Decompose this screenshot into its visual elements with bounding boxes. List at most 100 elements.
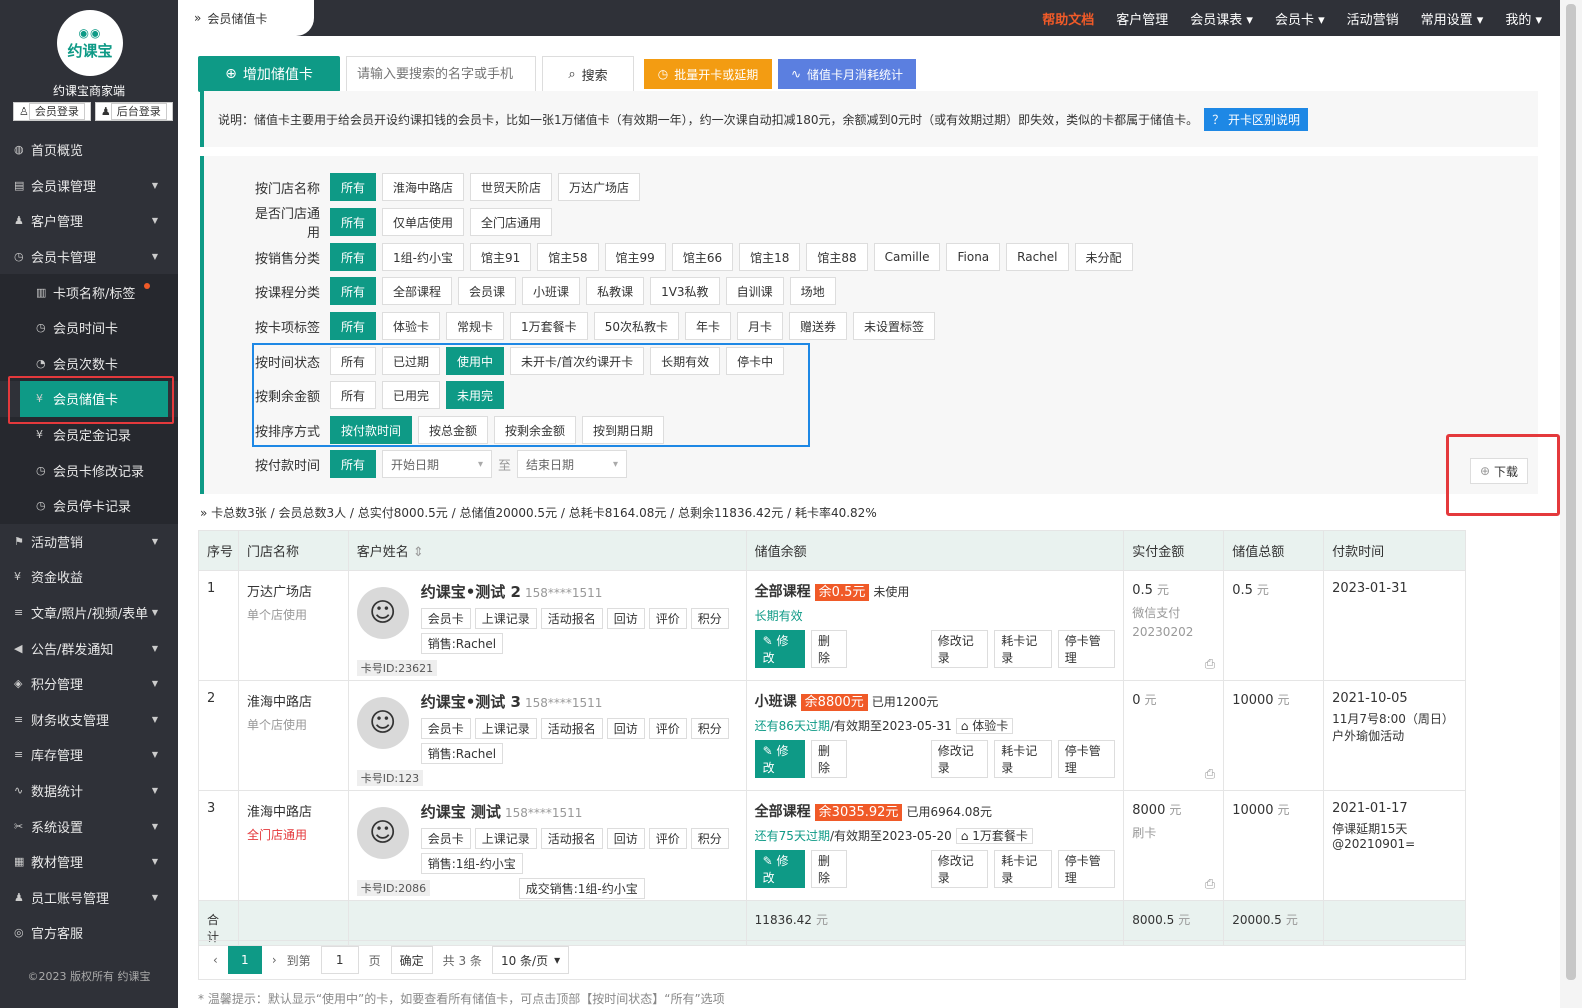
filter-tag[interactable]: Fiona xyxy=(946,243,1001,271)
filter-tag[interactable]: 月卡 xyxy=(736,312,783,340)
filter-tag[interactable]: 1组-约小宝 xyxy=(382,243,464,271)
avatar[interactable]: ☺ xyxy=(356,697,409,749)
top-nav-item[interactable]: 活动营销 xyxy=(1347,9,1399,28)
action-3-button[interactable]: 耗卡记录 xyxy=(994,850,1052,888)
scrollbar[interactable] xyxy=(1560,0,1582,1008)
filter-tag[interactable]: 已用完 xyxy=(382,381,441,409)
customer-action-button[interactable]: 上课记录 xyxy=(474,718,537,739)
filter-tag[interactable]: 常规卡 xyxy=(446,312,505,340)
customer-action-button[interactable]: 上课记录 xyxy=(474,828,537,849)
top-nav-item[interactable]: 会员卡 ▾ xyxy=(1275,9,1325,28)
customer-action-button[interactable]: 积分 xyxy=(690,608,729,629)
action-1-button[interactable]: 删除 xyxy=(811,850,847,888)
filter-tag[interactable]: 年卡 xyxy=(684,312,731,340)
sidebar-item[interactable]: ✂ 系统设置 ▼ xyxy=(0,808,178,844)
filter-tag[interactable]: 会员课 xyxy=(458,277,517,305)
monthly-stats-button[interactable]: ∿ 储值卡月消耗统计 xyxy=(778,59,916,89)
filter-tag[interactable]: 所有 xyxy=(330,243,377,271)
filter-tag[interactable]: 场地 xyxy=(789,277,836,305)
avatar[interactable]: ☺ xyxy=(356,587,409,639)
filter-tag[interactable]: 世贸天阶店 xyxy=(470,173,553,201)
print-icon[interactable]: ⎙ xyxy=(1205,657,1215,672)
customer-name[interactable]: 约课宝•测试 2 158****1511 xyxy=(421,581,731,602)
filter-tag[interactable]: 小班课 xyxy=(522,277,581,305)
filter-tag[interactable]: 所有 xyxy=(330,381,377,409)
sidebar-item[interactable]: ♟ 客户管理 ▼ xyxy=(0,203,178,239)
filter-tag[interactable]: 所有 xyxy=(330,173,377,201)
filter-tag[interactable]: 馆主66 xyxy=(671,243,734,271)
filter-tag[interactable]: 所有 xyxy=(330,277,377,305)
filter-tag[interactable]: 停卡中 xyxy=(726,347,785,375)
filter-tag[interactable]: 所有 xyxy=(330,347,377,375)
filter-tag[interactable]: 馆主99 xyxy=(604,243,666,271)
current-tab[interactable]: » 会员储值卡 xyxy=(178,0,314,36)
sidebar-item[interactable]: ♟ 员工账号管理 ▼ xyxy=(0,879,178,915)
sidebar-item[interactable]: ∿ 数据统计 ▼ xyxy=(0,773,178,809)
sidebar-item[interactable]: ◷ 会员卡修改记录 xyxy=(0,452,178,488)
sidebar-item[interactable]: ▥ 卡项名称/标签 xyxy=(0,274,178,310)
customer-action-button[interactable]: 积分 xyxy=(690,718,729,739)
sidebar-item[interactable]: ▤ 会员课管理 ▼ xyxy=(0,168,178,204)
customer-action-button[interactable]: 积分 xyxy=(690,828,729,849)
filter-tag[interactable]: 使用中 xyxy=(446,347,505,375)
avatar[interactable]: ☺ xyxy=(356,807,409,859)
sidebar-item[interactable]: ◎ 官方客服 xyxy=(0,915,178,951)
sort-icon[interactable]: ⇕ xyxy=(409,545,424,560)
action-3-button[interactable]: 耗卡记录 xyxy=(994,740,1052,778)
customer-action-button[interactable]: 回访 xyxy=(606,828,645,849)
customer-action-button[interactable]: 上课记录 xyxy=(474,608,537,629)
sidebar-item[interactable]: ◀ 公告/群发通知 ▼ xyxy=(0,630,178,666)
customer-action-button[interactable]: 回访 xyxy=(606,718,645,739)
filter-tag[interactable]: 馆主91 xyxy=(469,243,532,271)
action-2-button[interactable]: 修改记录 xyxy=(930,630,989,668)
action-4-button[interactable]: 停卡管理 xyxy=(1057,740,1116,778)
filter-tag[interactable]: 所有 xyxy=(330,312,377,340)
next-page-icon[interactable]: › xyxy=(272,953,277,967)
sidebar-item[interactable]: ≡ 库存管理 ▼ xyxy=(0,737,178,773)
filter-tag[interactable]: 按总金额 xyxy=(418,416,489,444)
filter-tag[interactable]: 自训课 xyxy=(725,277,784,305)
filter-tag[interactable]: 全部课程 xyxy=(382,277,453,305)
customer-action-button[interactable]: 会员卡 xyxy=(420,608,471,629)
action-2-button[interactable]: 修改记录 xyxy=(930,850,989,888)
column-header[interactable]: 客户姓名 ⇕ xyxy=(347,530,747,571)
sidebar-item[interactable]: ◍ 首页概览 xyxy=(0,132,178,168)
sidebar-item[interactable]: ▦ 教材管理 ▼ xyxy=(0,844,178,880)
start-date-picker[interactable]: 开始日期 xyxy=(382,450,493,478)
action-4-button[interactable]: 停卡管理 xyxy=(1057,630,1116,668)
sidebar-item[interactable]: ◷ 会员卡管理 ▼ xyxy=(0,239,178,275)
filter-tag[interactable]: 所有 xyxy=(330,208,377,236)
add-card-button[interactable]: ⊕ 增加储值卡 xyxy=(198,56,340,92)
filter-tag[interactable]: 淮海中路店 xyxy=(382,173,465,201)
sidebar-item[interactable]: ⚑ 活动营销 ▼ xyxy=(0,524,178,560)
filter-tag[interactable]: 馆主88 xyxy=(806,243,868,271)
action-1-button[interactable]: 删除 xyxy=(811,630,847,668)
customer-name[interactable]: 约课宝 测试 158****1511 xyxy=(421,801,731,822)
filter-tag[interactable]: Camille xyxy=(873,243,941,271)
filter-tag[interactable]: 万达广场店 xyxy=(558,173,641,201)
filter-tag[interactable]: 按剩余金额 xyxy=(494,416,577,444)
member-login-button[interactable]: ♙ 会员登录 xyxy=(13,102,91,121)
filter-tag[interactable]: 已过期 xyxy=(382,347,441,375)
sidebar-item[interactable]: ≡ 财务收支管理 ▼ xyxy=(0,702,178,738)
batch-open-button[interactable]: ◷ 批量开卡或延期 xyxy=(644,59,772,89)
sidebar-item[interactable]: ¥ 资金收益 xyxy=(0,559,178,595)
action-0-button[interactable]: ✎ 修改 xyxy=(754,630,805,668)
filter-tag[interactable]: 1V3私教 xyxy=(650,277,720,305)
filter-tag[interactable]: 长期有效 xyxy=(650,347,721,375)
filter-tag[interactable]: 未开卡/首次约课开卡 xyxy=(510,347,645,375)
customer-action-button[interactable]: 会员卡 xyxy=(420,828,471,849)
print-icon[interactable]: ⎙ xyxy=(1205,877,1215,892)
search-button[interactable]: ⌕ 搜索 xyxy=(542,56,634,92)
current-page[interactable]: 1 xyxy=(227,946,262,974)
page-input[interactable]: 1 xyxy=(320,946,359,974)
customer-name[interactable]: 约课宝•测试 3 158****1511 xyxy=(421,691,731,712)
filter-tag[interactable]: 馆主18 xyxy=(739,243,801,271)
filter-tag[interactable]: 按付款时间 xyxy=(330,416,413,444)
filter-tag[interactable]: 1万套餐卡 xyxy=(510,312,588,340)
top-nav-item[interactable]: 客户管理 xyxy=(1116,9,1168,28)
top-nav-item[interactable]: 会员课表 ▾ xyxy=(1190,9,1253,28)
filter-tag[interactable]: 未设置标签 xyxy=(853,312,936,340)
filter-tag[interactable]: 赠送券 xyxy=(789,312,848,340)
per-page-select[interactable]: 10 条/页 ▾ xyxy=(491,946,570,974)
